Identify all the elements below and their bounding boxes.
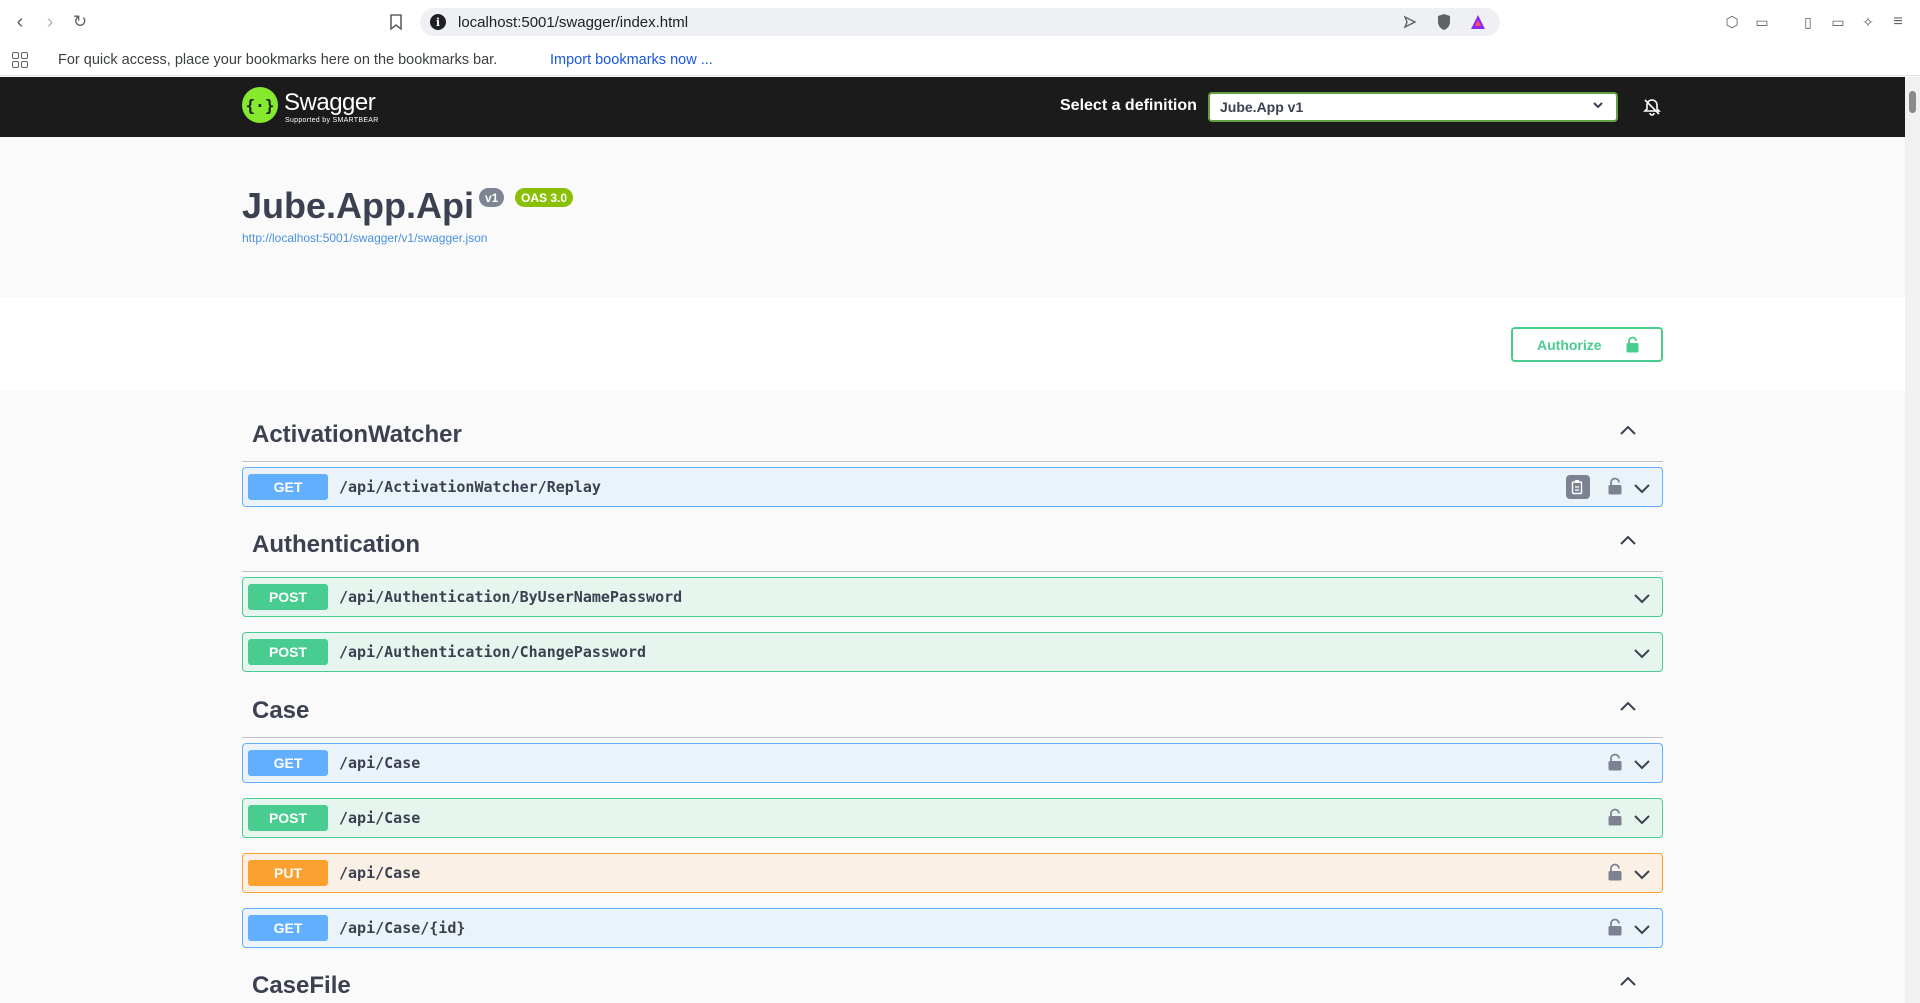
- url-text: localhost:5001/swagger/index.html: [458, 14, 689, 31]
- bookmarks-message: For quick access, place your bookmarks h…: [58, 52, 498, 68]
- reload-icon[interactable]: ↻: [68, 10, 92, 34]
- operation-row[interactable]: POST /api/Case: [242, 798, 1663, 838]
- bookmark-icon[interactable]: [384, 10, 408, 34]
- chevron-down-icon[interactable]: [1632, 919, 1652, 939]
- lock-icon[interactable]: [1608, 863, 1622, 881]
- chevron-down-icon[interactable]: [1632, 478, 1652, 498]
- spec-url-link[interactable]: http://localhost:5001/swagger/v1/swagger…: [242, 231, 487, 245]
- lock-icon[interactable]: [1608, 808, 1622, 826]
- method-badge: POST: [248, 584, 328, 610]
- copy-icon[interactable]: [1566, 475, 1590, 499]
- rewards-icon[interactable]: [1468, 12, 1488, 32]
- method-badge: GET: [248, 750, 328, 776]
- scheme-container: Authorize: [0, 297, 1905, 391]
- tag-divider: [242, 461, 1663, 462]
- tag-name: ActivationWatcher: [252, 421, 462, 448]
- browser-toolbar: ‹ › ↻ i localhost:5001/swagger/index.htm…: [0, 0, 1920, 44]
- bookmarks-bar: For quick access, place your bookmarks h…: [0, 44, 1920, 76]
- lock-icon[interactable]: [1608, 918, 1622, 936]
- chevron-down-icon[interactable]: [1632, 588, 1652, 608]
- lock-open-icon: [1626, 336, 1639, 353]
- wallet-icon[interactable]: ▭: [1826, 10, 1850, 34]
- operations-list: ActivationWatcher GET /api/ActivationWat…: [0, 391, 1905, 1003]
- oas-badge: OAS 3.0: [515, 188, 574, 207]
- tag-section-case[interactable]: Case: [242, 667, 1663, 739]
- send-icon[interactable]: [1400, 12, 1420, 32]
- method-badge: POST: [248, 639, 328, 665]
- dark-mode-toggle-icon[interactable]: [1640, 95, 1664, 119]
- tag-divider: [242, 737, 1663, 738]
- operation-path: /api/ActivationWatcher/Replay: [339, 478, 601, 496]
- operation-row[interactable]: GET /api/Case: [242, 743, 1663, 783]
- swagger-logo-subtitle: Supported by SMARTBEAR: [285, 117, 379, 124]
- site-info-icon[interactable]: i: [430, 14, 446, 30]
- chevron-up-icon[interactable]: [1618, 697, 1638, 717]
- chevron-down-icon: [1592, 98, 1604, 114]
- chevron-down-icon[interactable]: [1632, 754, 1652, 774]
- tag-name: Case: [252, 697, 310, 724]
- shield-icon[interactable]: [1434, 12, 1454, 32]
- operation-row[interactable]: POST /api/Authentication/ChangePassword: [242, 632, 1663, 672]
- page-scrollbar[interactable]: [1905, 77, 1920, 1003]
- apps-icon[interactable]: [12, 52, 28, 68]
- tag-divider: [242, 571, 1663, 572]
- tag-section-authentication[interactable]: Authentication: [242, 501, 1663, 573]
- api-title: Jube.App.Api: [242, 185, 474, 226]
- definition-select-value: Jube.App v1: [1220, 99, 1304, 115]
- tag-name: CaseFile: [252, 972, 351, 999]
- chevron-up-icon[interactable]: [1618, 972, 1638, 992]
- method-badge: GET: [248, 474, 328, 500]
- chevron-down-icon[interactable]: [1632, 864, 1652, 884]
- method-badge: PUT: [248, 860, 328, 886]
- swagger-topbar: {·} Swagger Supported by SMARTBEAR Selec…: [0, 77, 1905, 137]
- lock-icon[interactable]: [1608, 477, 1622, 495]
- tag-name: Authentication: [252, 531, 420, 558]
- method-badge: GET: [248, 915, 328, 941]
- method-badge: POST: [248, 805, 328, 831]
- operation-path: /api/Case: [339, 754, 421, 772]
- authorize-label: Authorize: [1537, 336, 1602, 353]
- chevron-down-icon[interactable]: [1632, 809, 1652, 829]
- operation-path: /api/Case/{id}: [339, 919, 466, 937]
- operation-path: /api/Case: [339, 809, 421, 827]
- version-badge: v1: [479, 188, 505, 207]
- sidebar-icon[interactable]: ▯: [1796, 10, 1820, 34]
- swagger-logo-icon[interactable]: {·}: [242, 87, 278, 123]
- operation-path: /api/Authentication/ByUserNamePassword: [339, 588, 683, 606]
- api-info: Jube.App.Api v1 OAS 3.0 http://localhost…: [0, 137, 1905, 297]
- definition-select[interactable]: Jube.App v1: [1208, 92, 1618, 122]
- chevron-up-icon[interactable]: [1618, 421, 1638, 441]
- authorize-button[interactable]: Authorize: [1511, 327, 1663, 362]
- lock-icon[interactable]: [1608, 753, 1622, 771]
- operation-path: /api/Case: [339, 864, 421, 882]
- operation-path: /api/Authentication/ChangePassword: [339, 643, 647, 661]
- operation-row[interactable]: PUT /api/Case: [242, 853, 1663, 893]
- import-bookmarks-link[interactable]: Import bookmarks now ...: [550, 52, 713, 68]
- menu-icon[interactable]: ≡: [1886, 10, 1910, 34]
- tag-section-activationwatcher[interactable]: ActivationWatcher: [242, 391, 1663, 463]
- address-bar[interactable]: i localhost:5001/swagger/index.html: [420, 8, 1500, 36]
- definition-select-label: Select a definition: [1060, 97, 1197, 114]
- chevron-down-icon[interactable]: [1632, 643, 1652, 663]
- extensions-icon[interactable]: ⬡: [1720, 10, 1744, 34]
- chevron-up-icon[interactable]: [1618, 531, 1638, 551]
- scrollbar-thumb[interactable]: [1909, 91, 1916, 113]
- back-icon[interactable]: ‹: [8, 10, 32, 34]
- tab-search-icon[interactable]: ▭: [1750, 10, 1774, 34]
- forward-icon[interactable]: ›: [38, 10, 62, 34]
- operation-row[interactable]: POST /api/Authentication/ByUserNamePassw…: [242, 577, 1663, 617]
- tag-section-casefile[interactable]: CaseFile: [242, 942, 1663, 1003]
- leo-ai-icon[interactable]: ✧: [1856, 10, 1880, 34]
- swagger-logo-text[interactable]: Swagger: [284, 89, 376, 117]
